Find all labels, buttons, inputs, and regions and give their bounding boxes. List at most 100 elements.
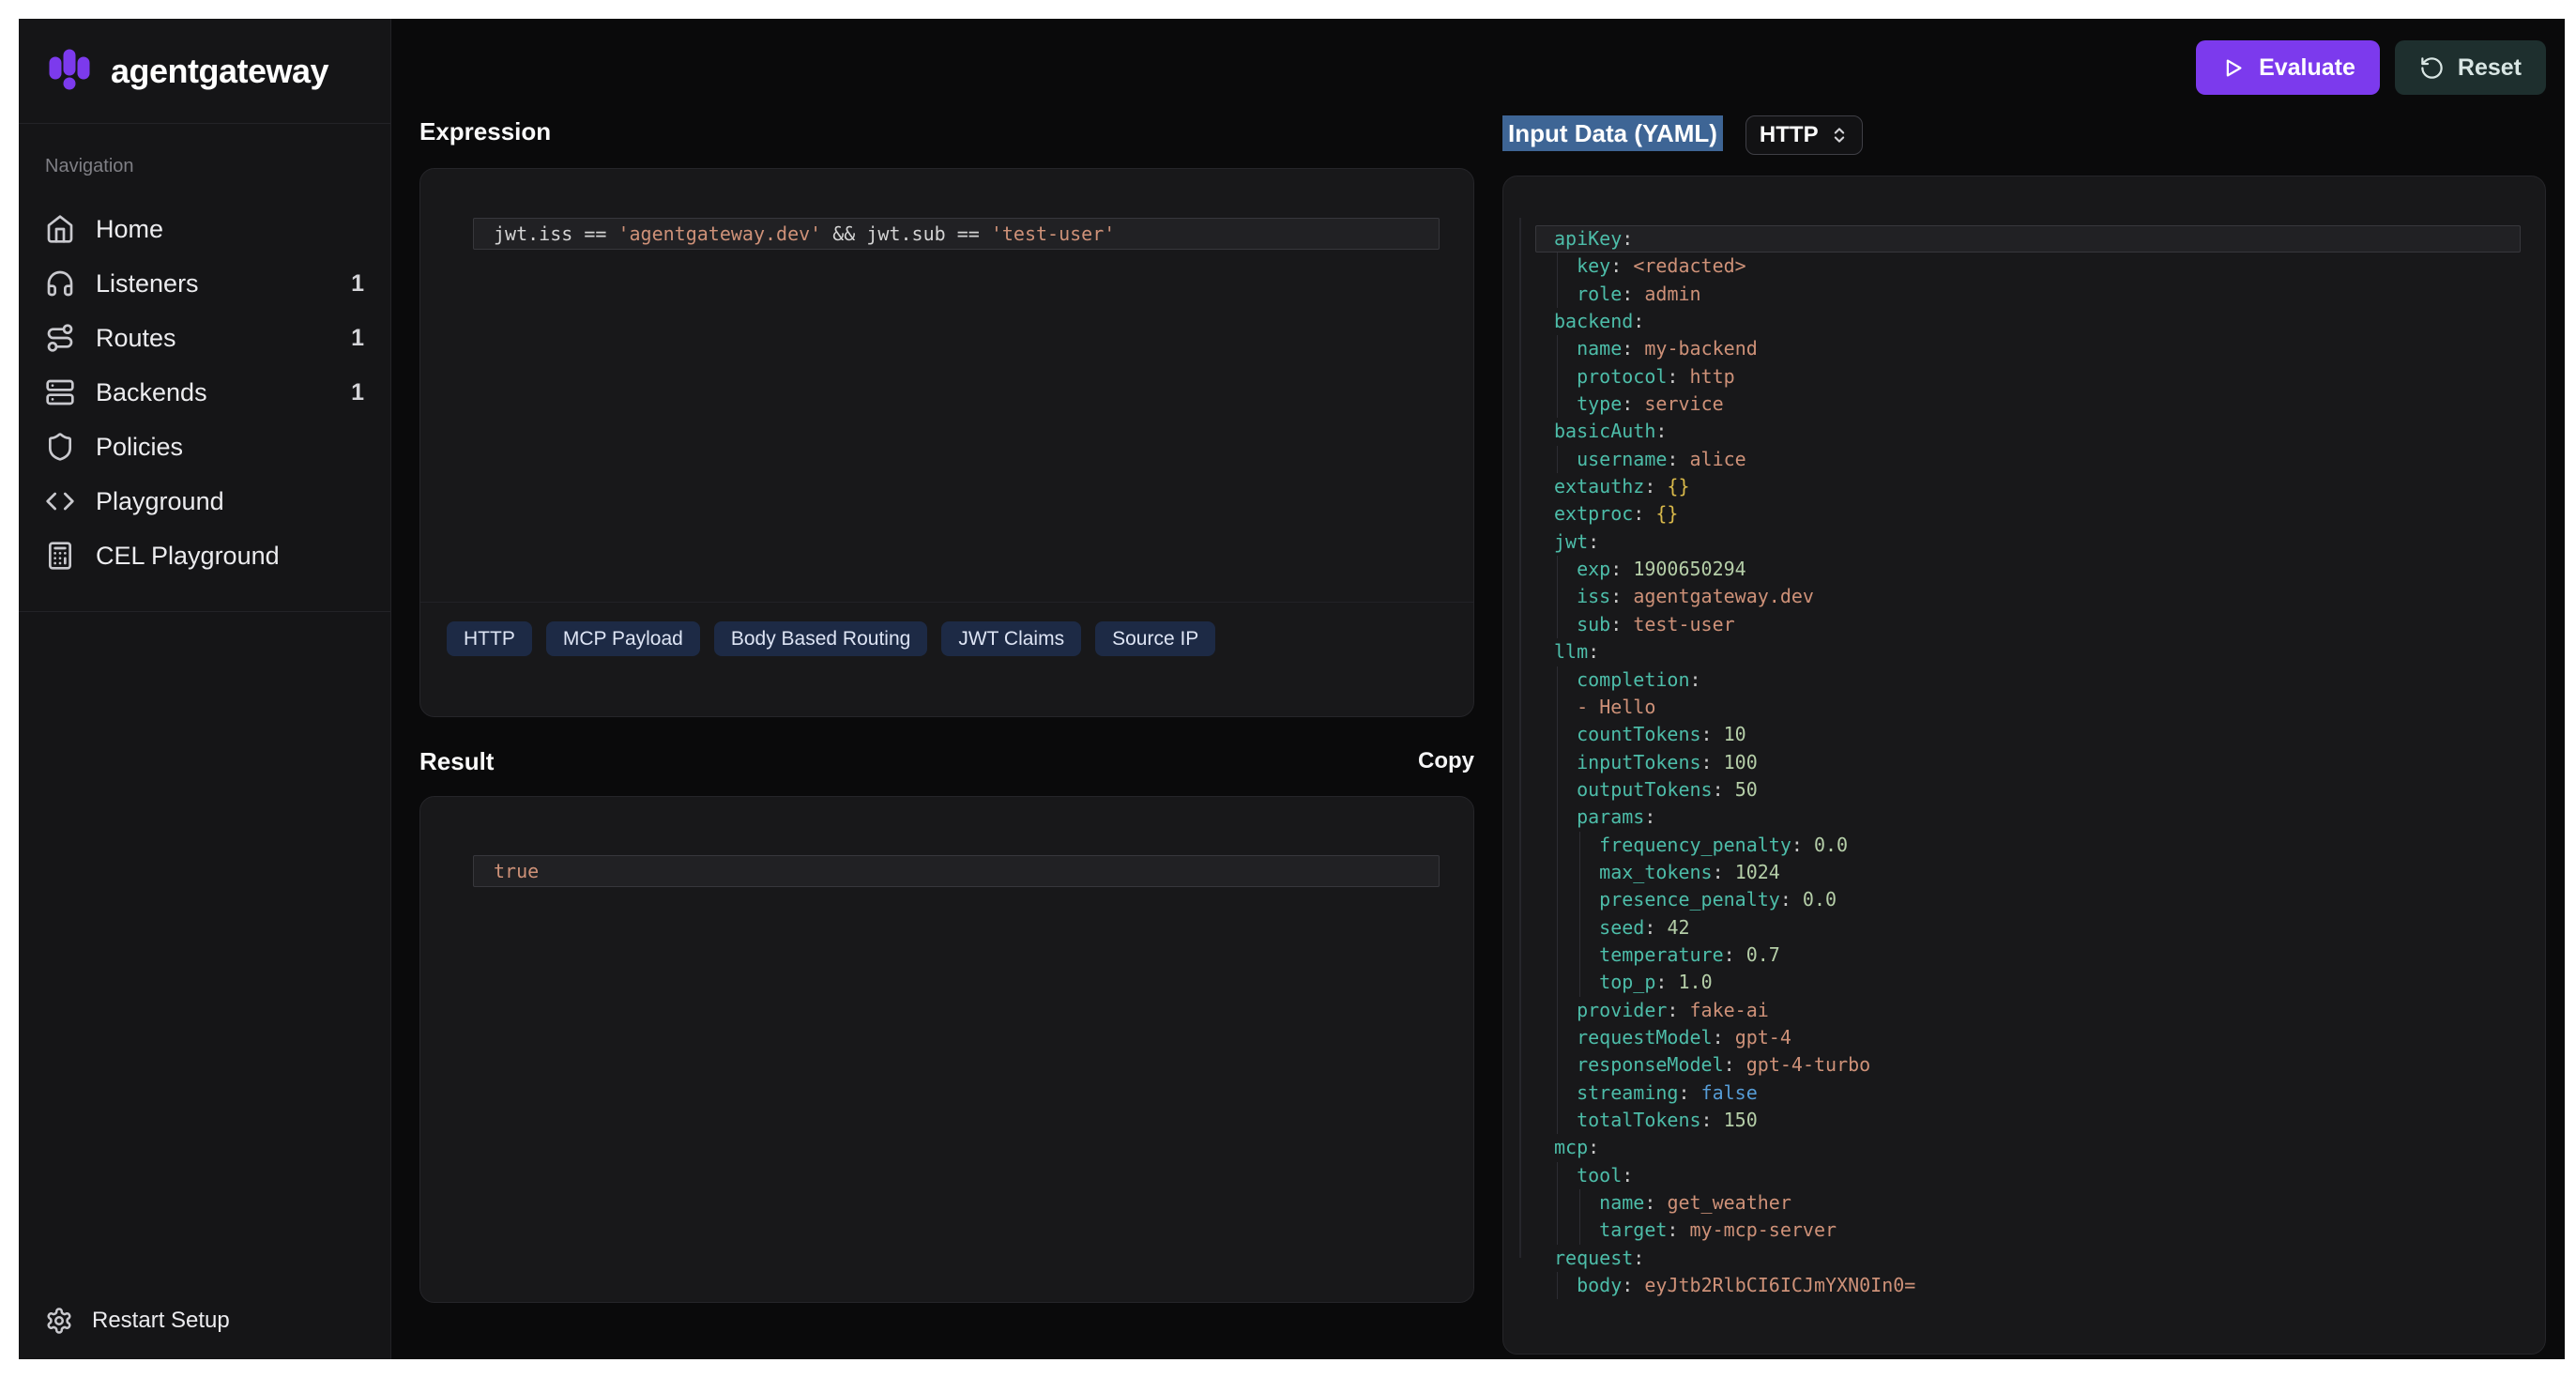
code-token	[1655, 916, 1667, 939]
yaml-line: name: get_weather	[1535, 1189, 2521, 1217]
code-token: :	[1633, 1247, 1644, 1269]
yaml-line: request:	[1535, 1245, 2521, 1272]
restart-setup-label: Restart Setup	[92, 1308, 230, 1334]
code-token: :	[1633, 310, 1644, 332]
yaml-value: 42	[1667, 916, 1689, 939]
code-token: :	[1701, 723, 1713, 745]
reset-button[interactable]: Reset	[2395, 40, 2546, 95]
code-token	[1655, 475, 1667, 498]
code-token	[1724, 1026, 1735, 1049]
code-token	[1622, 558, 1633, 580]
yaml-value: http	[1690, 365, 1735, 388]
code-token	[1633, 283, 1644, 305]
expression-code-line[interactable]: jwt.iss == 'agentgateway.dev' && jwt.sub…	[473, 218, 1440, 250]
code-token	[1690, 1081, 1701, 1104]
evaluate-button[interactable]: Evaluate	[2196, 40, 2380, 95]
screenshot-frame: agentgateway Navigation HomeListeners1Ro…	[0, 0, 2576, 1378]
tag-body-based-routing[interactable]: Body Based Routing	[714, 621, 927, 656]
code-token	[1554, 834, 1599, 856]
yaml-key: name	[1577, 337, 1622, 360]
headphones-icon	[45, 268, 75, 299]
tag-jwt-claims[interactable]: JWT Claims	[941, 621, 1081, 656]
gear-icon	[45, 1307, 73, 1335]
code-token	[1655, 1191, 1667, 1214]
code-token: :	[1701, 1109, 1713, 1131]
result-card: true	[419, 796, 1474, 1303]
right-column: Input Data (YAML) HTTP apiKey: key: <red…	[1502, 115, 2546, 1359]
yaml-value: 1.0	[1678, 971, 1712, 993]
sidebar-item-backends[interactable]: Backends1	[45, 365, 364, 420]
input-heading-row: Input Data (YAML) HTTP	[1502, 115, 2546, 155]
sidebar-item-restart-setup[interactable]: Restart Setup	[19, 1282, 390, 1359]
indent-guide	[1557, 666, 1558, 694]
yaml-editor[interactable]: apiKey: key: <redacted> role: adminbacke…	[1503, 176, 2545, 1299]
code-token	[1633, 337, 1644, 360]
yaml-line: totalTokens: 150	[1535, 1107, 2521, 1134]
sidebar-item-cel-playground[interactable]: CEL Playground	[45, 528, 364, 583]
code-token: :	[1633, 502, 1644, 525]
code-token: :	[1678, 1081, 1689, 1104]
yaml-key: requestModel	[1577, 1026, 1713, 1049]
yaml-key: streaming	[1577, 1081, 1678, 1104]
expression-editor[interactable]: jwt.iss == 'agentgateway.dev' && jwt.sub…	[420, 169, 1473, 603]
code-token: :	[1588, 530, 1599, 553]
indent-guide	[1557, 886, 1558, 913]
yaml-line: apiKey:	[1535, 225, 2521, 253]
code-token	[1791, 888, 1803, 911]
yaml-value: my-backend	[1644, 337, 1757, 360]
yaml-line: jwt:	[1535, 528, 2521, 556]
code-token	[1713, 751, 1724, 773]
indent-guide	[1557, 446, 1558, 473]
nav-section-label: Navigation	[45, 156, 364, 177]
yaml-key: basicAuth	[1554, 420, 1655, 442]
yaml-value: agentgateway.dev	[1633, 585, 1814, 607]
yaml-value: 0.0	[1803, 888, 1837, 911]
preset-tags: HTTP MCP Payload Body Based Routing JWT Cla…	[420, 603, 1473, 675]
indent-guide	[1557, 694, 1558, 721]
code-token: :	[1610, 613, 1622, 635]
indent-guide	[1557, 390, 1558, 418]
logo[interactable]: agentgateway	[19, 19, 390, 124]
sidebar-item-policies[interactable]: Policies	[45, 420, 364, 474]
sidebar-item-playground[interactable]: Playground	[45, 474, 364, 528]
yaml-key: apiKey	[1554, 227, 1622, 250]
route-icon	[45, 323, 75, 353]
indent-guide	[1557, 914, 1558, 942]
yaml-key: type	[1577, 392, 1622, 415]
yaml-value: gpt-4-turbo	[1746, 1053, 1870, 1076]
sidebar-item-home[interactable]: Home	[45, 202, 364, 256]
code-token: :	[1622, 337, 1633, 360]
yaml-line: responseModel: gpt-4-turbo	[1535, 1051, 2521, 1079]
result-output: true	[420, 797, 1473, 887]
code-token: :	[1610, 558, 1622, 580]
indent-guide	[1557, 832, 1558, 859]
code-token: :	[1644, 1191, 1655, 1214]
code-token: :	[1622, 1274, 1633, 1296]
yaml-line: name: my-backend	[1535, 335, 2521, 362]
input-type-select[interactable]: HTTP	[1745, 115, 1863, 155]
copy-button[interactable]: Copy	[1418, 748, 1474, 774]
sidebar-item-listeners[interactable]: Listeners1	[45, 256, 364, 311]
yaml-line: username: alice	[1535, 446, 2521, 473]
yaml-key: extauthz	[1554, 475, 1644, 498]
yaml-line: backend:	[1535, 308, 2521, 335]
tag-mcp-payload[interactable]: MCP Payload	[546, 621, 700, 656]
indent-guide	[1557, 969, 1558, 996]
yaml-value: Hello	[1599, 696, 1655, 718]
indent-guide	[1579, 886, 1580, 913]
indent-guide	[1557, 335, 1558, 362]
tag-http[interactable]: HTTP	[447, 621, 532, 656]
code-token	[1724, 778, 1735, 801]
code-token: 'agentgateway.dev'	[617, 222, 821, 245]
yaml-key: seed	[1599, 916, 1644, 939]
tag-source-ip[interactable]: Source IP	[1095, 621, 1215, 656]
yaml-line: mcp:	[1535, 1134, 2521, 1161]
yaml-value: 0.0	[1814, 834, 1848, 856]
sidebar-item-routes[interactable]: Routes1	[45, 311, 364, 365]
indent-guide	[1557, 611, 1558, 638]
yaml-key: presence_penalty	[1599, 888, 1780, 911]
evaluate-label: Evaluate	[2259, 54, 2355, 82]
yaml-key: jwt	[1554, 530, 1588, 553]
sidebar-item-label: Routes	[96, 324, 176, 353]
indent-guide	[1557, 721, 1558, 748]
